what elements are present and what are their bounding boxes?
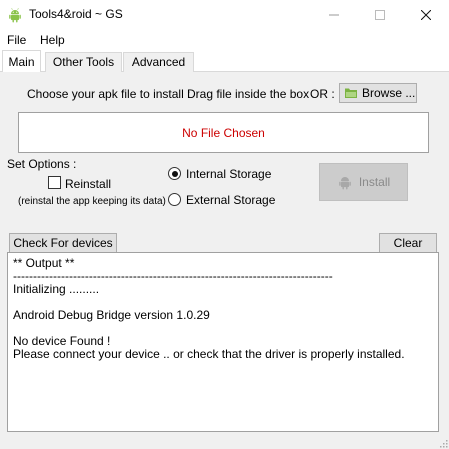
drag-file-label: Drag file inside the box xyxy=(187,87,310,101)
close-button[interactable] xyxy=(403,0,449,30)
file-drop-box[interactable]: No File Chosen xyxy=(18,112,429,153)
tab-other-tools[interactable]: Other Tools xyxy=(45,52,122,72)
resize-grip-icon[interactable] xyxy=(438,438,448,448)
reinstall-hint: (reinstal the app keeping its data) xyxy=(18,196,166,207)
minimize-icon xyxy=(329,14,339,16)
title-bar: Tools4&roid ~ GS xyxy=(0,0,449,30)
output-console[interactable]: ** Output ** ---------------------------… xyxy=(7,252,439,432)
menu-help[interactable]: Help xyxy=(40,33,65,47)
tab-main[interactable]: Main xyxy=(2,50,41,72)
tab-strip: Main Other Tools Advanced xyxy=(0,50,449,72)
external-storage-label: External Storage xyxy=(186,193,276,207)
close-icon xyxy=(421,10,431,20)
set-options-label: Set Options : xyxy=(7,157,77,171)
internal-storage-radio[interactable] xyxy=(168,167,181,180)
main-panel: Choose your apk file to install : Drag f… xyxy=(0,72,449,449)
output-connect-hint: Please connect your device .. or check t… xyxy=(13,347,405,361)
output-adb-version: Android Debug Bridge version 1.0.29 xyxy=(13,308,210,322)
browse-button[interactable]: Browse ... xyxy=(339,83,417,103)
reinstall-checkbox[interactable] xyxy=(48,176,61,189)
maximize-button[interactable] xyxy=(357,0,403,30)
check-devices-button[interactable]: Check For devices xyxy=(9,233,117,253)
folder-icon xyxy=(345,88,357,98)
maximize-icon xyxy=(375,10,385,20)
install-label: Install xyxy=(358,175,391,189)
tab-advanced[interactable]: Advanced xyxy=(123,52,194,72)
or-label: OR : xyxy=(310,87,335,101)
android-install-icon xyxy=(339,177,351,190)
external-storage-radio[interactable] xyxy=(168,193,181,206)
reinstall-label: Reinstall xyxy=(65,177,112,191)
output-initializing: Initializing ......... xyxy=(13,282,100,296)
android-icon xyxy=(9,8,21,23)
choose-apk-label: Choose your apk file to install : xyxy=(27,87,191,101)
clear-button[interactable]: Clear xyxy=(379,233,437,253)
minimize-button[interactable] xyxy=(311,0,357,30)
browse-label: Browse ... xyxy=(362,86,416,100)
internal-storage-label: Internal Storage xyxy=(186,167,272,181)
menu-bar: File Help xyxy=(0,30,449,50)
install-button[interactable]: Install xyxy=(319,163,408,201)
window-title: Tools4&roid ~ GS xyxy=(29,7,123,21)
menu-file[interactable]: File xyxy=(7,33,26,47)
file-status-text: No File Chosen xyxy=(182,125,265,140)
